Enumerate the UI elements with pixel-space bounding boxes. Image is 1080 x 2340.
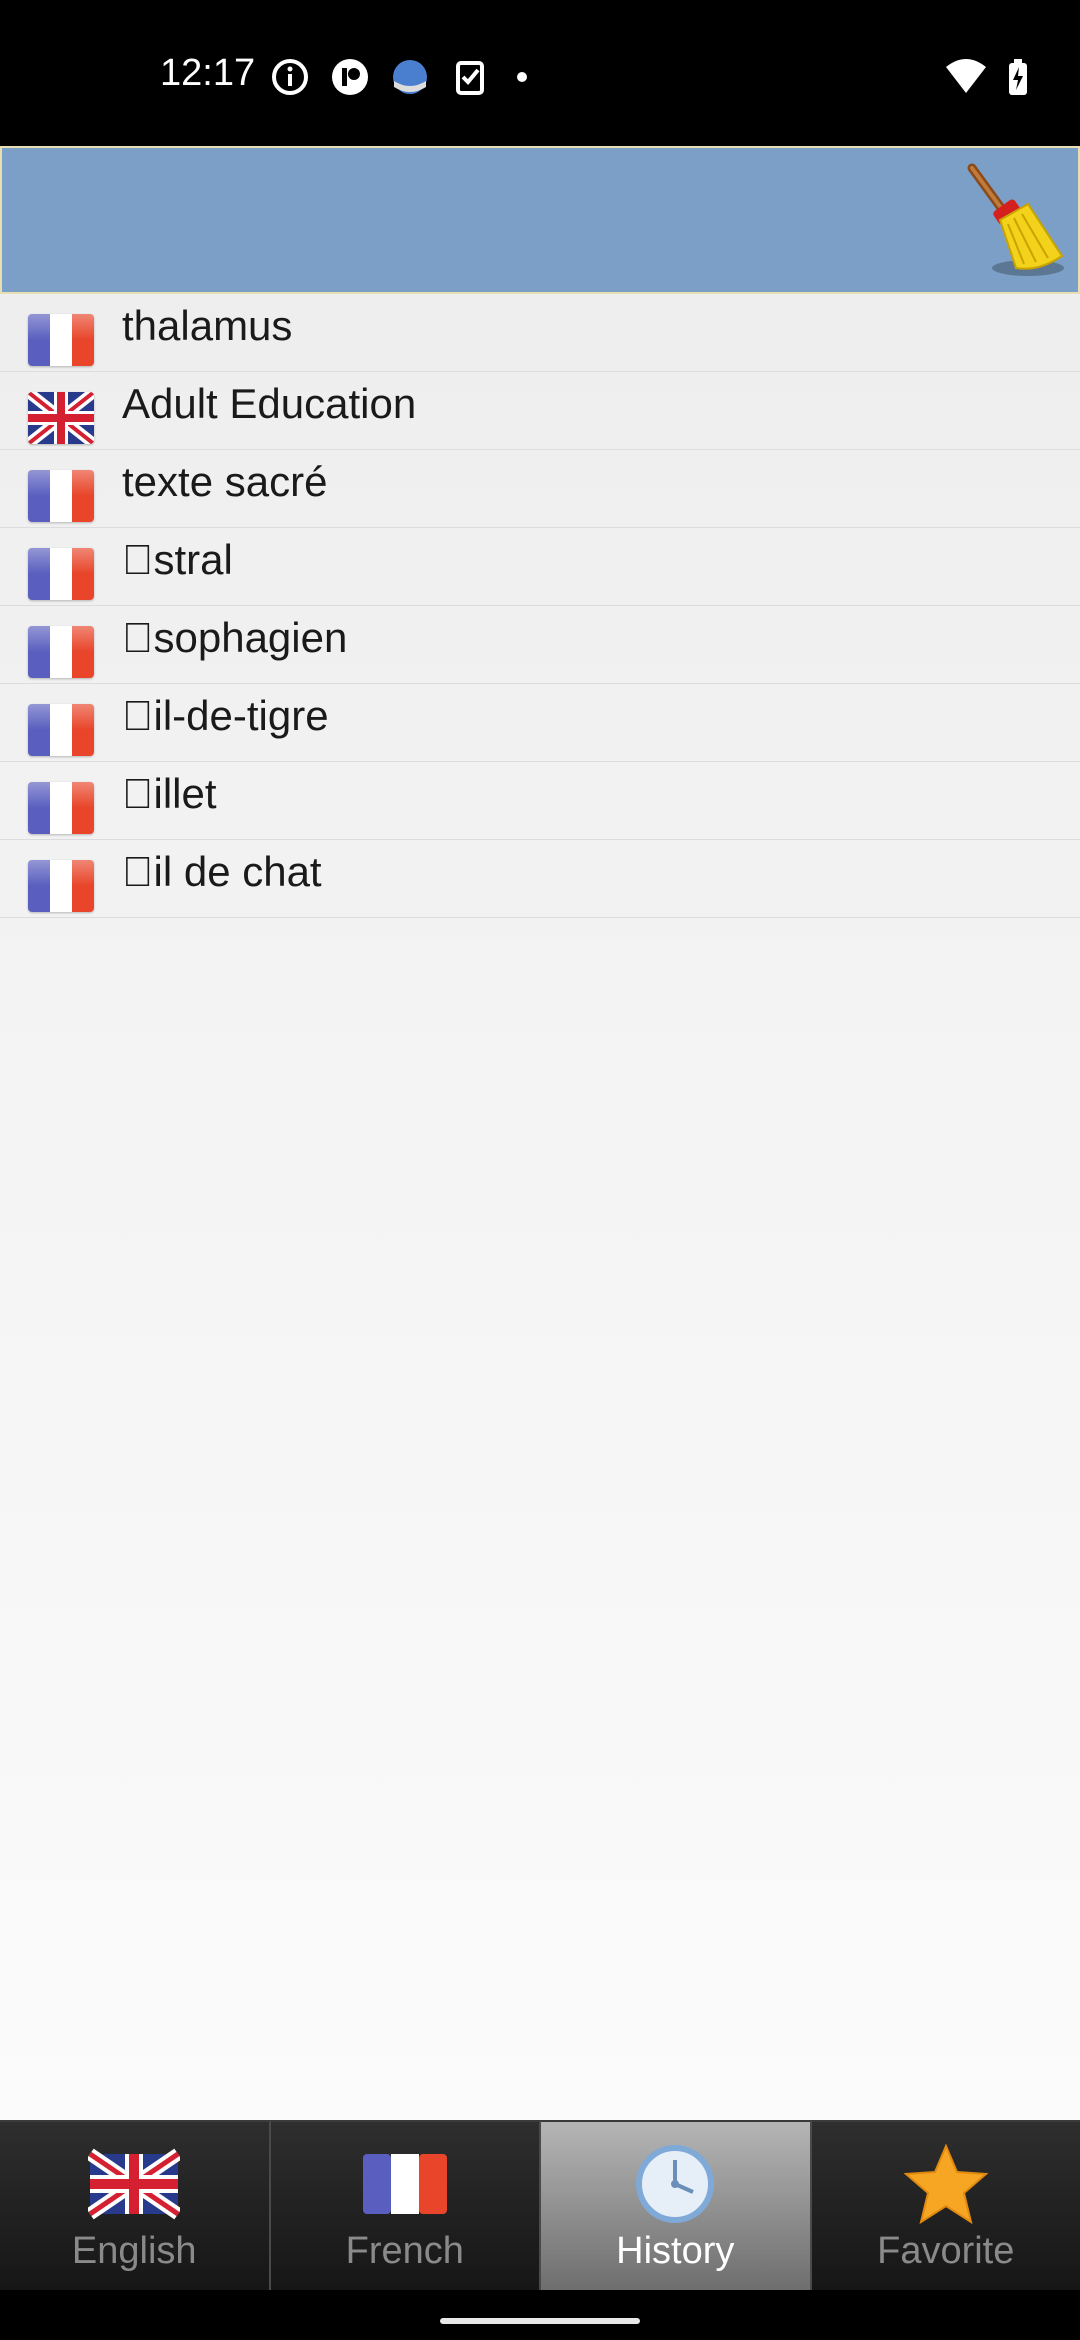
tab-favorite[interactable]: Favorite xyxy=(811,2120,1080,2290)
history-word:  illet xyxy=(122,770,217,817)
tab-label: French xyxy=(345,2230,464,2272)
tab-english[interactable]: English xyxy=(0,2120,271,2290)
status-bar: 12:17 xyxy=(0,0,1080,146)
tab-label: Favorite xyxy=(877,2230,1015,2272)
history-word:  il-de-tigre xyxy=(122,692,329,739)
france-flag-icon xyxy=(28,314,94,366)
tab-label: English xyxy=(71,2230,197,2272)
star-icon xyxy=(903,2144,989,2224)
history-word: thalamus xyxy=(122,302,293,349)
france-flag-icon xyxy=(28,860,94,912)
info-icon xyxy=(272,59,308,95)
france-flag-icon xyxy=(28,782,94,834)
history-word: Adult Education xyxy=(122,380,417,427)
history-row[interactable]: Adult Education xyxy=(0,372,1080,450)
uk-flag-icon xyxy=(88,2148,181,2220)
tab-label: History xyxy=(616,2230,735,2272)
history-row[interactable]:  stral xyxy=(0,528,1080,606)
history-row[interactable]:  sophagien xyxy=(0,606,1080,684)
clock-icon xyxy=(636,2145,715,2223)
task-check-icon xyxy=(456,61,484,95)
wifi-icon xyxy=(946,59,986,93)
history-word:  il de chat xyxy=(122,848,322,895)
bottom-tab-bar: English French History Favorite xyxy=(0,2120,1080,2290)
france-flag-icon xyxy=(28,626,94,678)
history-word: texte sacré xyxy=(122,458,328,505)
navigation-bar xyxy=(0,2290,1080,2340)
history-row[interactable]:  il de chat xyxy=(0,840,1080,918)
more-dot-icon xyxy=(517,72,527,82)
tab-french[interactable]: French xyxy=(270,2120,541,2290)
notification-icons xyxy=(270,55,534,99)
france-flag-icon xyxy=(28,704,94,756)
globe-icon xyxy=(393,60,427,94)
uk-flag-icon xyxy=(28,392,94,444)
history-row[interactable]: thalamus xyxy=(0,294,1080,372)
app-notification-icon xyxy=(332,59,368,95)
battery-charging-icon xyxy=(1009,59,1027,95)
history-header xyxy=(0,146,1080,294)
history-word:  stral xyxy=(122,536,233,583)
history-row[interactable]:  illet xyxy=(0,762,1080,840)
france-flag-icon xyxy=(362,2154,447,2214)
history-list: thalamus Adult Education texte sacré  stral… xyxy=(0,294,1080,918)
broom-icon[interactable] xyxy=(958,160,1068,282)
status-time: 12:17 xyxy=(160,52,256,94)
france-flag-icon xyxy=(28,548,94,600)
france-flag-icon xyxy=(28,470,94,522)
history-word:  sophagien xyxy=(122,614,348,661)
history-row[interactable]: texte sacré xyxy=(0,450,1080,528)
home-handle[interactable] xyxy=(440,2318,640,2324)
system-icons xyxy=(944,55,1030,99)
history-row[interactable]:  il-de-tigre xyxy=(0,684,1080,762)
history-list-area: thalamus Adult Education texte sacré  stral… xyxy=(0,294,1080,2120)
tab-history[interactable]: History xyxy=(541,2120,812,2290)
